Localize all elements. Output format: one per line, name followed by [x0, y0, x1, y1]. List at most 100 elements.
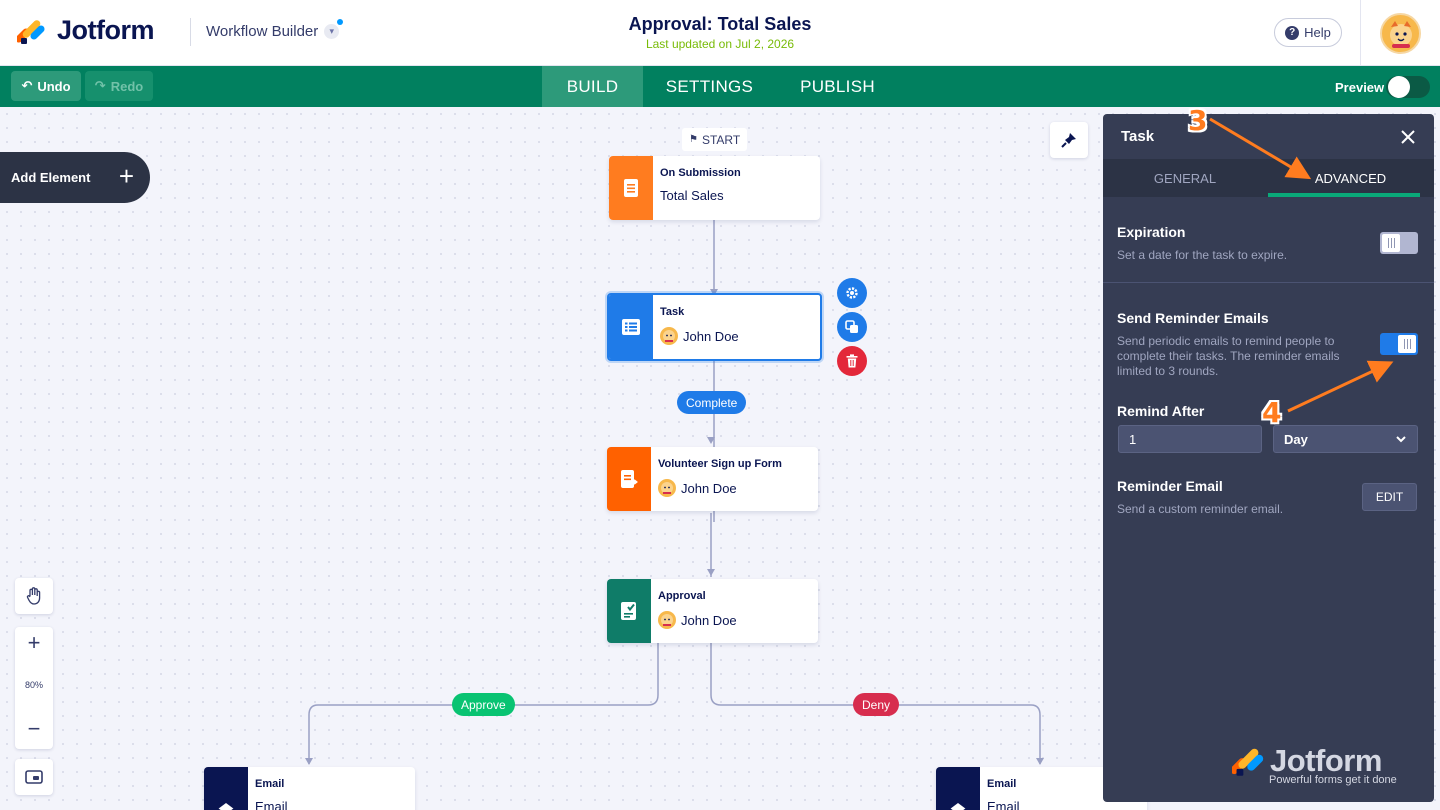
- active-tab-indicator: [1268, 193, 1420, 197]
- email-icon: [204, 767, 248, 810]
- undo-icon: ↶: [21, 78, 33, 93]
- node-subtitle: Total Sales: [660, 188, 724, 203]
- annotation-step-3: 3: [1188, 104, 1208, 137]
- node-on-submission[interactable]: On Submission Total Sales: [609, 156, 820, 220]
- avatar-face-icon: [1389, 20, 1412, 48]
- question-icon: ?: [1285, 25, 1300, 40]
- preview-toggle[interactable]: [1386, 76, 1430, 98]
- reminder-title: Send Reminder Emails: [1117, 310, 1269, 326]
- undo-button[interactable]: ↶ Undo: [11, 71, 81, 101]
- hand-icon: [26, 587, 41, 605]
- node-title: On Submission: [660, 167, 741, 179]
- node-approval[interactable]: Approval John Doe: [607, 579, 818, 643]
- start-label: START: [701, 132, 741, 147]
- reminder-email-title: Reminder Email: [1117, 478, 1223, 494]
- panel-pin-button[interactable]: [1050, 122, 1088, 158]
- node-subtitle: Email: [987, 799, 1020, 810]
- arrowhead: [707, 569, 715, 576]
- chevron-down-icon: [1396, 436, 1406, 443]
- zoom-level: 80%: [24, 680, 43, 690]
- panel-tabs: GENERAL ADVANCED: [1103, 159, 1434, 197]
- connector-label-deny[interactable]: Deny: [853, 693, 900, 716]
- node-title: Email: [987, 778, 1017, 790]
- tab-publish[interactable]: PUBLISH: [785, 66, 890, 107]
- arrowhead: [1036, 758, 1044, 765]
- remind-after-title: Remind After: [1117, 403, 1205, 419]
- trash-icon: [846, 354, 858, 368]
- remind-after-unit: Day: [1284, 431, 1308, 447]
- avatar-divider: [1360, 0, 1361, 66]
- connector-label-complete[interactable]: Complete: [677, 391, 747, 414]
- section-divider: [1103, 282, 1434, 283]
- user-avatar[interactable]: [1380, 13, 1421, 54]
- node-subtitle: Email: [255, 799, 288, 810]
- node-subtitle: John Doe: [683, 328, 739, 344]
- node-email-approve[interactable]: Email Email: [204, 767, 415, 810]
- annotation-step-4: 4: [1262, 396, 1282, 429]
- remind-after-value-input[interactable]: 1: [1118, 425, 1262, 453]
- node-title: Approval: [658, 590, 706, 602]
- assignee-avatar: [658, 611, 676, 629]
- jotform-watermark-icon: [1232, 748, 1264, 776]
- add-element-button[interactable]: Add Element +: [0, 152, 150, 203]
- toggle-knob: [1398, 335, 1416, 353]
- close-icon: [1401, 130, 1415, 144]
- minimap-icon: [25, 770, 43, 784]
- node-title: Task: [660, 306, 685, 318]
- node-subtitle: John Doe: [681, 612, 737, 628]
- reminder-description-line2: complete their tasks. The reminder email…: [1117, 349, 1340, 363]
- expiration-toggle[interactable]: [1380, 232, 1418, 254]
- plus-icon: +: [118, 161, 134, 191]
- minimap-button[interactable]: [15, 759, 53, 795]
- expiration-title: Expiration: [1117, 224, 1186, 240]
- tab-advanced[interactable]: ADVANCED: [1267, 159, 1434, 197]
- node-delete-button[interactable]: [837, 346, 867, 376]
- zoom-controls: + 80% −: [15, 627, 53, 749]
- close-panel-button[interactable]: [1396, 125, 1420, 149]
- expiration-description: Set a date for the task to expire.: [1117, 248, 1288, 262]
- node-subtitle: John Doe: [681, 480, 737, 496]
- reminder-description-line3: limited to 3 rounds.: [1117, 364, 1219, 378]
- redo-icon: ↷: [94, 78, 106, 93]
- flag-icon: ⚑: [689, 134, 698, 145]
- reminder-email-description: Send a custom reminder email.: [1117, 502, 1284, 516]
- panel-title: Task: [1121, 128, 1155, 145]
- panel-header: Task: [1103, 114, 1434, 159]
- node-title: Volunteer Sign up Form: [658, 458, 782, 470]
- help-label: Help: [1304, 25, 1331, 40]
- undo-label: Undo: [37, 78, 71, 94]
- add-element-label: Add Element: [11, 170, 91, 185]
- tab-settings[interactable]: SETTINGS: [650, 66, 769, 107]
- assignee-avatar: [660, 327, 678, 345]
- remind-after-value: 1: [1129, 431, 1137, 447]
- tab-general[interactable]: GENERAL: [1103, 159, 1267, 197]
- assignee-avatar: [658, 479, 676, 497]
- task-properties-panel: Task GENERAL ADVANCED Expiration Set a d…: [1103, 114, 1434, 802]
- remind-after-unit-select[interactable]: Day: [1273, 425, 1418, 453]
- connector-label-approve[interactable]: Approve: [452, 693, 515, 716]
- email-icon: [936, 767, 980, 810]
- node-duplicate-button[interactable]: [837, 312, 867, 342]
- zoom-in-button[interactable]: +: [15, 628, 53, 658]
- edit-reminder-email-button[interactable]: EDIT: [1362, 483, 1417, 511]
- redo-label: Redo: [110, 78, 144, 94]
- reminder-toggle[interactable]: [1380, 333, 1418, 355]
- form-icon: [609, 156, 653, 220]
- gear-icon: [846, 287, 858, 299]
- pan-tool-button[interactable]: [15, 578, 53, 614]
- zoom-out-button[interactable]: −: [15, 714, 53, 744]
- start-marker: ⚑ START: [682, 128, 748, 151]
- help-button[interactable]: ? Help: [1274, 18, 1342, 47]
- preview-toggle-knob: [1388, 76, 1410, 98]
- redo-button[interactable]: ↷ Redo: [85, 71, 153, 101]
- node-settings-button[interactable]: [837, 278, 867, 308]
- page-title: Approval: Total Sales: [628, 14, 812, 34]
- tab-build[interactable]: BUILD: [542, 66, 643, 107]
- top-header: Jotform Workflow Builder ▾ Approval: Tot…: [0, 0, 1440, 66]
- node-task[interactable]: Task John Doe: [607, 293, 822, 361]
- last-updated-text: Last updated on Jul 2, 2026: [645, 37, 795, 51]
- node-volunteer-form[interactable]: Volunteer Sign up Form John Doe: [607, 447, 818, 511]
- pin-icon: [1061, 133, 1076, 148]
- approval-icon: [607, 579, 651, 643]
- node-title: Email: [255, 778, 285, 790]
